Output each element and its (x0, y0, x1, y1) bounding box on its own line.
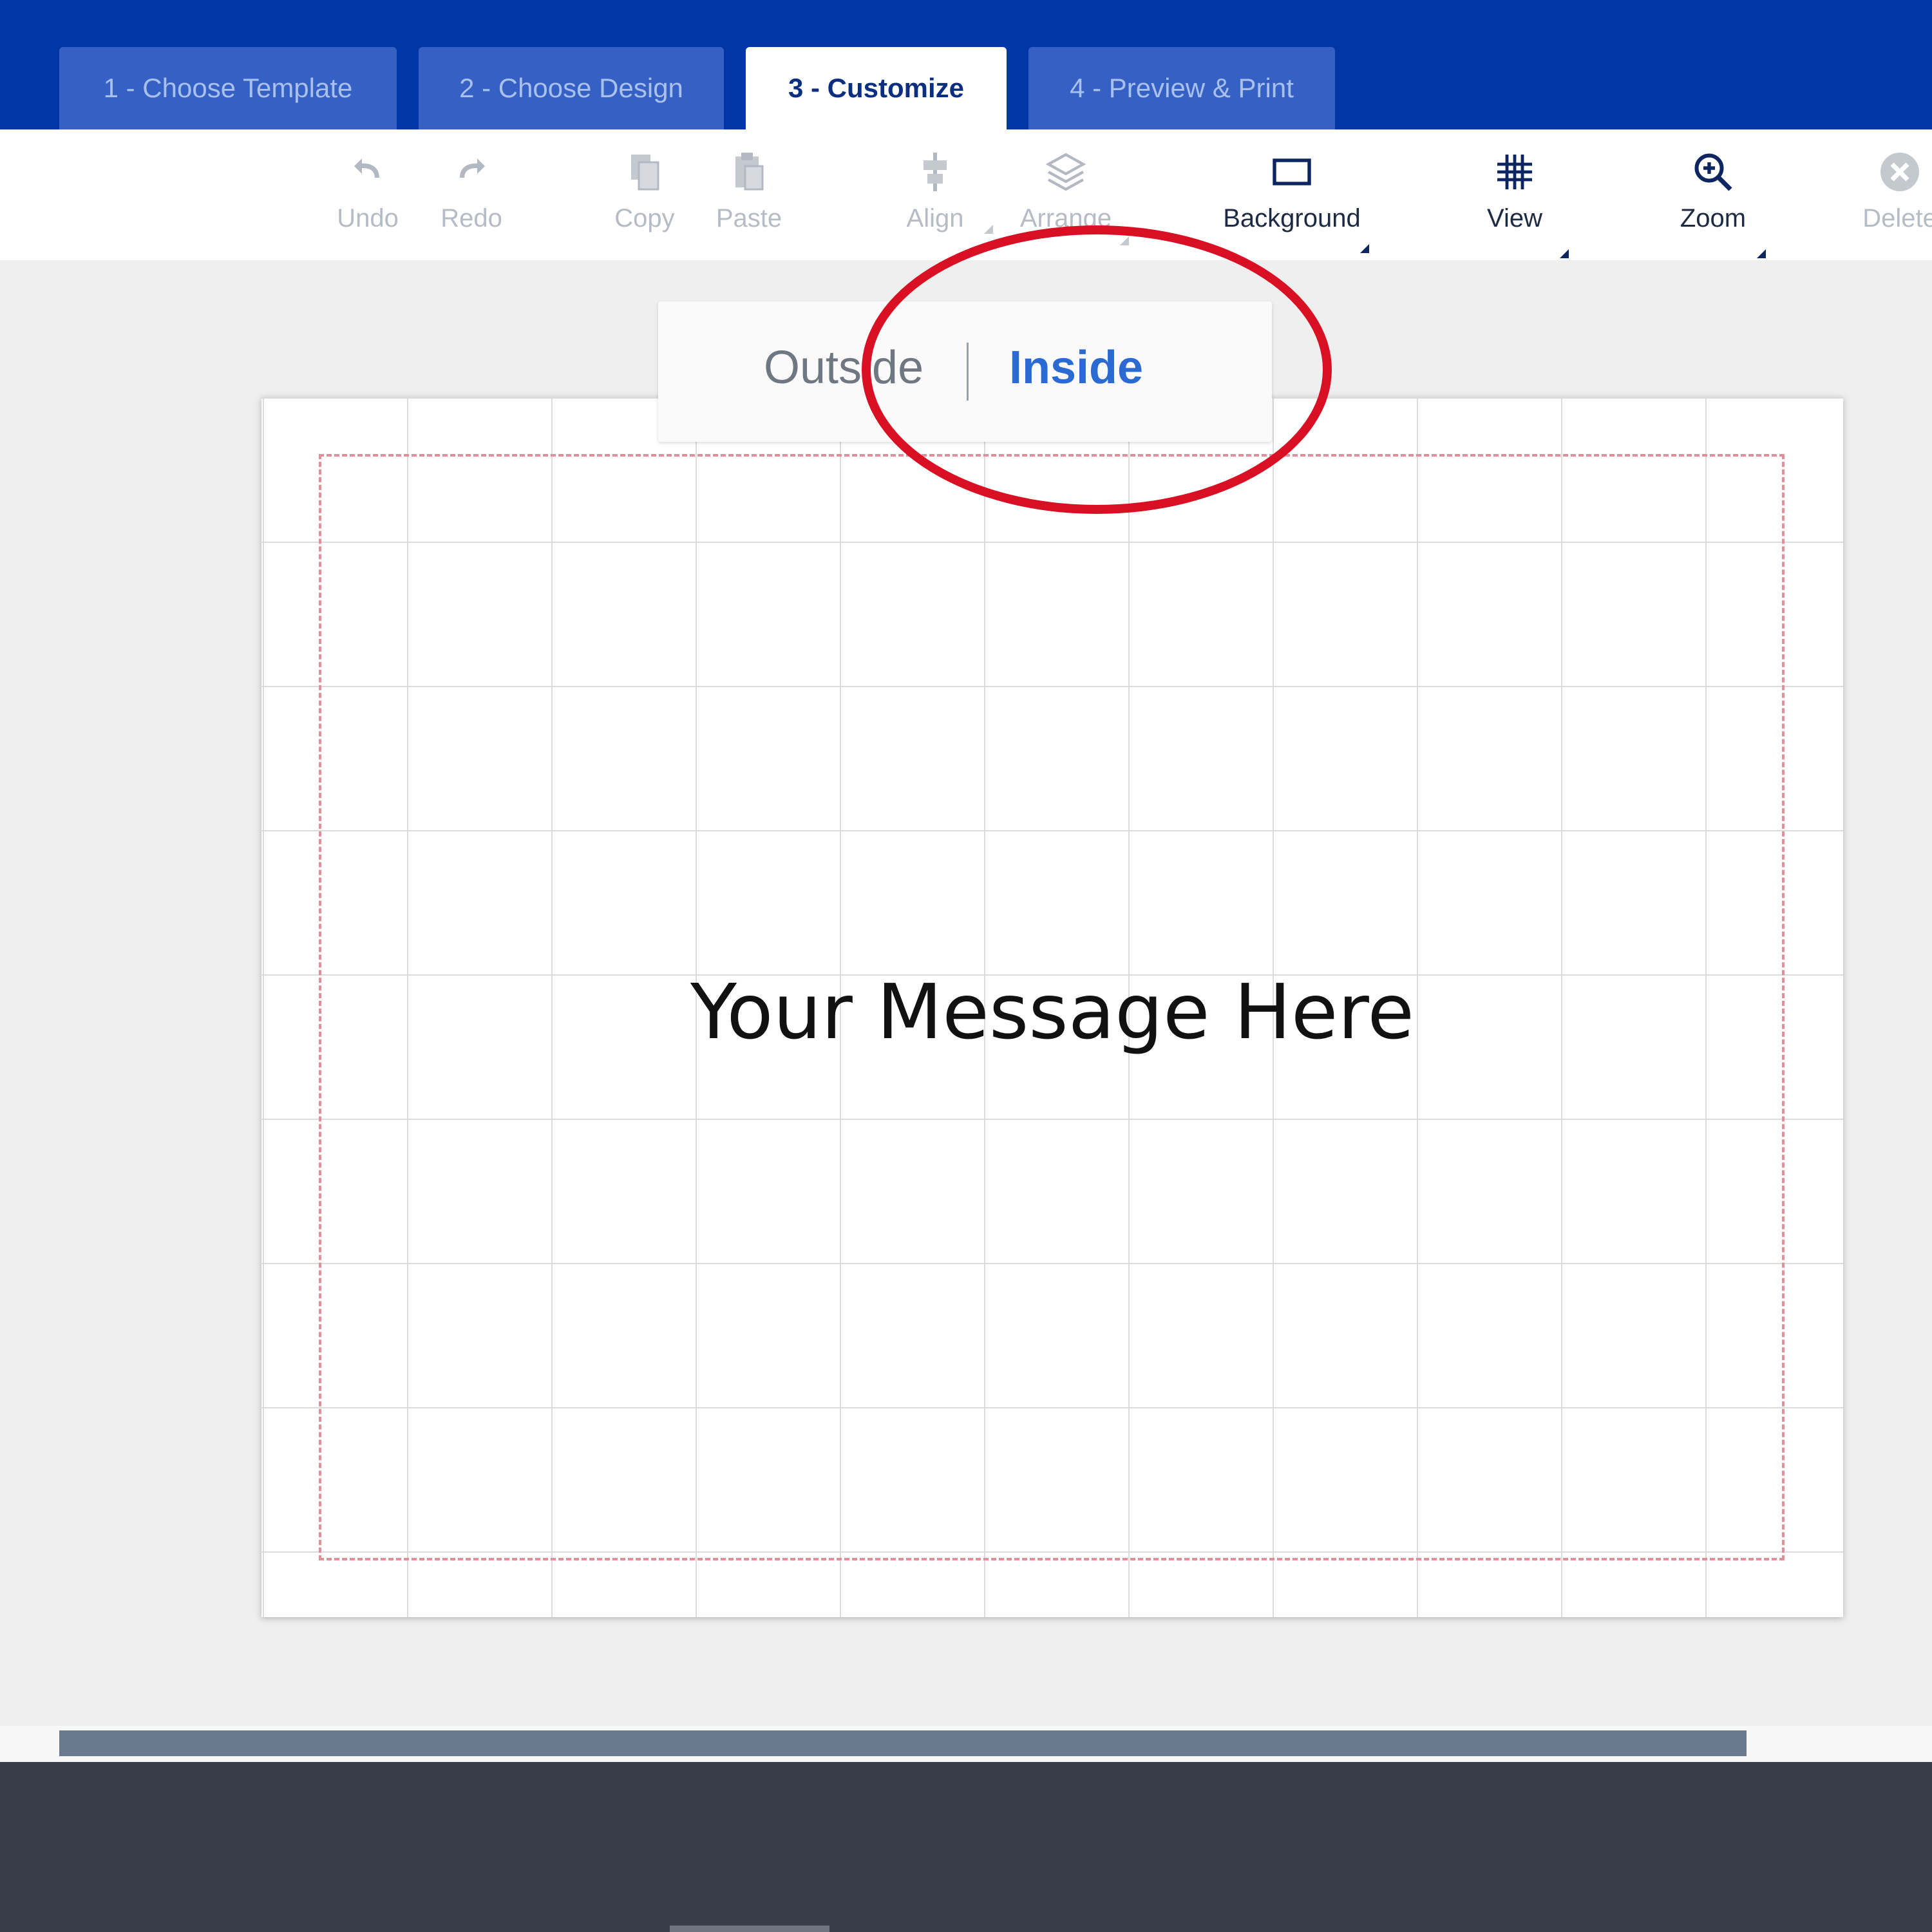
tab-customize[interactable]: 3 - Customize (746, 47, 1007, 129)
highlight-circle-annotation (862, 225, 1332, 514)
grid-icon (1497, 155, 1532, 189)
horizontal-scrollbar-thumb[interactable] (59, 1730, 1747, 1756)
view-label: View (1487, 204, 1542, 232)
redo-button[interactable]: Redo (401, 149, 542, 252)
undo-label: Undo (337, 204, 399, 232)
view-button[interactable]: View (1444, 149, 1586, 258)
delete-x-circle-icon (1880, 153, 1919, 191)
zoom-label: Zoom (1680, 204, 1747, 232)
redo-icon (460, 158, 485, 178)
tab-choose-template[interactable]: 1 - Choose Template (59, 47, 397, 129)
bottom-panel (0, 1762, 1932, 1932)
align-button[interactable]: Align (864, 149, 1006, 252)
background-dropdown-caret-icon (1360, 244, 1369, 253)
delete-button[interactable]: Delete (1829, 149, 1932, 252)
layers-icon (1045, 153, 1086, 191)
align-icon (923, 153, 947, 191)
card-canvas[interactable]: Your Message Here (261, 397, 1843, 1617)
align-label: Align (906, 204, 964, 232)
background-button[interactable]: Background (1221, 149, 1369, 253)
paste-icon (735, 153, 764, 191)
tab-preview-print[interactable]: 4 - Preview & Print (1028, 47, 1335, 129)
paste-button[interactable]: Paste (678, 149, 820, 252)
redo-label: Redo (440, 204, 502, 232)
step-tab-bar: 1 - Choose Template 2 - Choose Design 3 … (0, 0, 1932, 129)
message-text[interactable]: Your Message Here (261, 967, 1843, 1056)
background-label: Background (1223, 204, 1361, 232)
delete-label: Delete (1862, 204, 1932, 232)
copy-icon (631, 155, 659, 191)
bottom-panel-handle[interactable] (670, 1926, 829, 1932)
copy-label: Copy (614, 204, 675, 232)
zoom-dropdown-caret-icon (1757, 249, 1766, 258)
editor-toolbar: Undo Redo Copy Paste Align Arrange Backg… (0, 129, 1932, 260)
view-dropdown-caret-icon (1560, 249, 1569, 258)
paste-label: Paste (715, 204, 782, 232)
tab-choose-design[interactable]: 2 - Choose Design (419, 47, 724, 129)
align-dropdown-caret-icon (984, 225, 993, 234)
undo-icon (354, 158, 379, 178)
background-rectangle-icon (1273, 158, 1311, 185)
zoom-button[interactable]: Zoom (1642, 149, 1784, 258)
zoom-in-icon (1694, 153, 1732, 191)
